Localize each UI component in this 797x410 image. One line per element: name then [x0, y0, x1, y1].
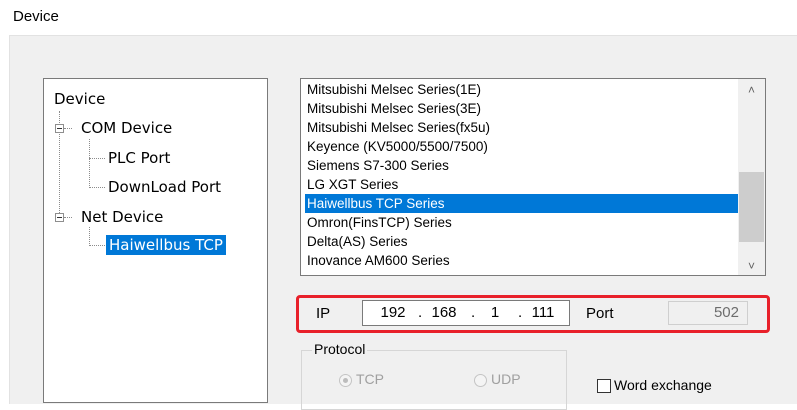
udp-radio[interactable] — [474, 374, 487, 387]
ip-octet-2[interactable]: 168 — [427, 301, 461, 325]
tree-line — [89, 187, 105, 188]
tree-line — [89, 139, 90, 188]
collapse-icon[interactable] — [55, 213, 64, 222]
word-exchange-label: Word exchange — [614, 377, 712, 393]
tree-node-device[interactable]: Device — [54, 89, 105, 109]
protocol-list-item[interactable]: Siemens S7-300 Series — [305, 156, 738, 175]
protocol-list-item[interactable]: Delta(AS) Series — [305, 232, 738, 251]
tcp-radio[interactable] — [339, 374, 352, 387]
ip-separator: . — [518, 304, 523, 321]
protocol-list-item[interactable]: Omron(FinsTCP) Series — [305, 213, 738, 232]
device-tree[interactable]: Device COM Device PLC Port DownLoad Port… — [43, 78, 268, 403]
protocol-list-item[interactable]: Keyence (KV5000/5500/7500) — [305, 137, 738, 156]
scroll-thumb[interactable] — [739, 172, 764, 242]
ip-octet-3[interactable]: 1 — [481, 301, 509, 325]
dialog-title: Device — [13, 8, 59, 25]
ip-octet-1[interactable]: 192 — [375, 301, 411, 325]
tree-node-download-port[interactable]: DownLoad Port — [108, 177, 221, 197]
protocol-group-legend: Protocol — [312, 341, 368, 357]
scroll-up-icon[interactable]: ˄ — [738, 81, 765, 99]
word-exchange-checkbox[interactable] — [597, 379, 611, 393]
tree-line — [89, 158, 105, 159]
protocol-group: TCP UDP — [301, 350, 567, 410]
collapse-icon[interactable] — [55, 124, 64, 133]
tree-node-plc-port[interactable]: PLC Port — [108, 148, 170, 168]
protocol-list[interactable]: Mitsubishi Melsec Series(1E) Mitsubishi M… — [300, 78, 766, 276]
ip-separator: . — [418, 304, 423, 321]
protocol-list-item[interactable]: Inovance AM600 Series — [305, 251, 738, 270]
protocol-list-item[interactable]: LG XGT Series — [305, 175, 738, 194]
tree-node-haiwellbus-tcp[interactable]: Haiwellbus TCP — [106, 235, 226, 255]
scroll-down-icon[interactable]: ˅ — [738, 257, 765, 275]
tree-line — [89, 245, 105, 246]
protocol-list-item[interactable]: Haiwellbus TCP Series — [305, 194, 738, 213]
tree-node-net-device[interactable]: Net Device — [81, 207, 163, 227]
protocol-list-item[interactable]: Mitsubishi Melsec Series(3E) — [305, 99, 738, 118]
tree-line — [64, 217, 72, 218]
tree-node-com-device[interactable]: COM Device — [81, 118, 172, 138]
port-label: Port — [586, 305, 614, 322]
udp-radio-label: UDP — [491, 371, 521, 387]
tcp-radio-label: TCP — [356, 371, 384, 387]
ip-address-field[interactable]: 192 . 168 . 1 . 111 — [362, 300, 570, 326]
ip-separator: . — [471, 304, 476, 321]
ip-octet-4[interactable]: 111 — [527, 301, 559, 325]
tree-line — [64, 128, 72, 129]
tree-line — [89, 227, 90, 246]
ip-label: IP — [316, 305, 331, 322]
list-scrollbar[interactable]: ˄ ˅ — [738, 79, 765, 275]
port-field[interactable]: 502 — [668, 301, 748, 325]
protocol-list-item[interactable]: Mitsubishi Melsec Series(1E) — [305, 80, 738, 99]
protocol-list-item[interactable]: Mitsubishi Melsec Series(fx5u) — [305, 118, 738, 137]
